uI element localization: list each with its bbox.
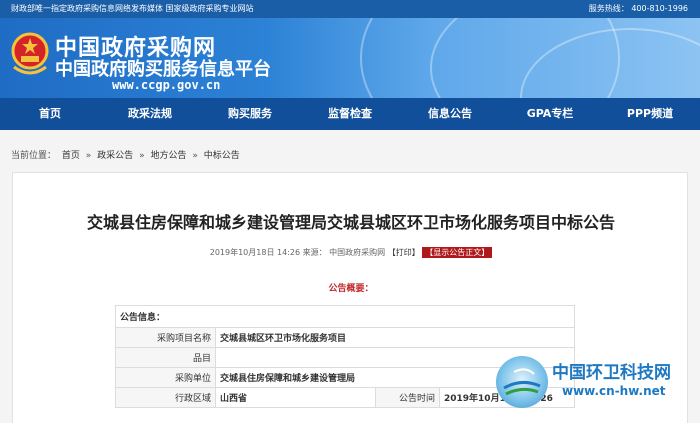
breadcrumb-link[interactable]: 政采公告 bbox=[97, 151, 133, 161]
info-table-header: 公告信息： bbox=[115, 305, 575, 328]
breadcrumb-link[interactable]: 首页 bbox=[62, 151, 80, 161]
main-nav: 首页 政采法规 购买服务 监督检查 信息公告 GPA专栏 PPP频道 bbox=[0, 98, 700, 130]
row-value: 交城县城区环卫市场化服务项目 bbox=[215, 327, 575, 348]
row-label: 品目 bbox=[115, 347, 216, 368]
row-label: 采购项目名称 bbox=[115, 327, 216, 348]
globe-icon bbox=[496, 356, 548, 408]
service-hotline: 服务热线： 400-810-1996 bbox=[588, 4, 688, 13]
show-full-text-button[interactable]: 【显示公告正文】 bbox=[422, 247, 493, 258]
watermark-logo: 中国环卫科技网 www.cn-hw.net bbox=[496, 352, 700, 412]
notice-meta: 2019年10月18日 14:26 来源： 中国政府采购网 【打印】 【显示公告… bbox=[13, 247, 689, 258]
breadcrumb-label: 当前位置： bbox=[11, 151, 57, 161]
nav-item-home[interactable]: 首页 bbox=[0, 98, 100, 130]
breadcrumb-separator: » bbox=[192, 151, 198, 161]
table-row: 采购项目名称 交城县城区环卫市场化服务项目 bbox=[115, 327, 575, 348]
notice-source: 中国政府采购网 bbox=[329, 248, 386, 257]
nav-item-services[interactable]: 购买服务 bbox=[200, 98, 300, 130]
breadcrumb-link[interactable]: 地方公告 bbox=[150, 151, 186, 161]
top-info-bar: 财政部唯一指定政府采购信息网络发布媒体 国家级政府采购专业网站 服务热线： 40… bbox=[0, 0, 700, 18]
site-banner: 中国政府采购网 中国政府购买服务信息平台 www.ccgp.gov.cn bbox=[0, 18, 700, 98]
notice-source-label: 来源： bbox=[302, 248, 327, 257]
nav-item-gpa[interactable]: GPA专栏 bbox=[500, 98, 600, 130]
site-slogan: 财政部唯一指定政府采购信息网络发布媒体 国家级政府采购专业网站 bbox=[11, 4, 254, 13]
watermark-url: www.cn-hw.net bbox=[562, 384, 666, 398]
row-label: 行政区域 bbox=[115, 387, 216, 408]
breadcrumb: 当前位置： 首页 » 政采公告 » 地方公告 » 中标公告 bbox=[11, 148, 243, 161]
summary-label: 公告概要： bbox=[328, 284, 374, 294]
national-emblem-icon bbox=[11, 32, 49, 75]
breadcrumb-link[interactable]: 中标公告 bbox=[204, 151, 240, 161]
nav-item-ppp[interactable]: PPP频道 bbox=[600, 98, 700, 130]
nav-item-regulations[interactable]: 政采法规 bbox=[100, 98, 200, 130]
breadcrumb-separator: » bbox=[85, 151, 92, 161]
watermark-name: 中国环卫科技网 bbox=[552, 363, 671, 383]
nav-item-announcements[interactable]: 信息公告 bbox=[400, 98, 500, 130]
print-link[interactable]: 【打印】 bbox=[388, 248, 420, 257]
breadcrumb-separator: » bbox=[139, 151, 145, 161]
nav-item-supervision[interactable]: 监督检查 bbox=[300, 98, 400, 130]
site-url: www.ccgp.gov.cn bbox=[112, 78, 221, 92]
row-label: 公告时间 bbox=[375, 387, 440, 408]
row-value: 山西省 bbox=[215, 387, 376, 408]
row-label: 采购单位 bbox=[115, 367, 216, 388]
notice-title: 交城县住房保障和城乡建设管理局交城县城区环卫市场化服务项目中标公告 bbox=[86, 213, 615, 232]
notice-date: 2019年10月18日 14:26 bbox=[209, 248, 301, 257]
